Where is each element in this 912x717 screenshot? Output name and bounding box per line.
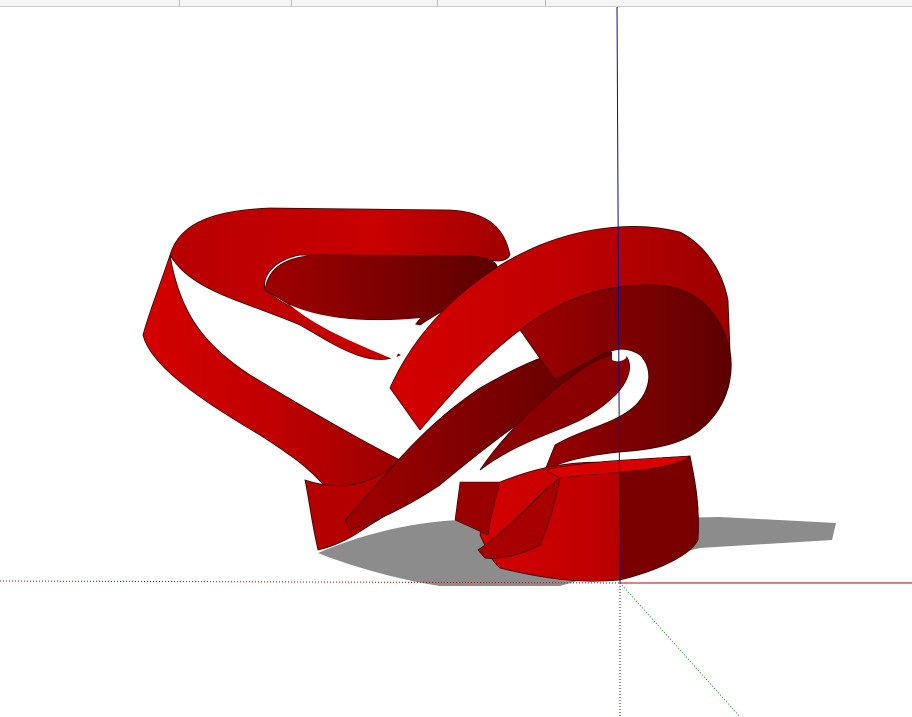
toolbar-tab[interactable] <box>292 0 438 6</box>
toolbar-tab[interactable] <box>0 0 180 6</box>
toolbar-strip <box>0 0 912 7</box>
front-base-shade <box>619 455 699 581</box>
green-axis-dotted <box>619 582 741 717</box>
toolbar-tab[interactable] <box>180 0 292 6</box>
toolbar-tab[interactable] <box>438 0 546 6</box>
3d-viewport[interactable] <box>0 7 912 717</box>
model-canvas[interactable] <box>0 7 912 717</box>
